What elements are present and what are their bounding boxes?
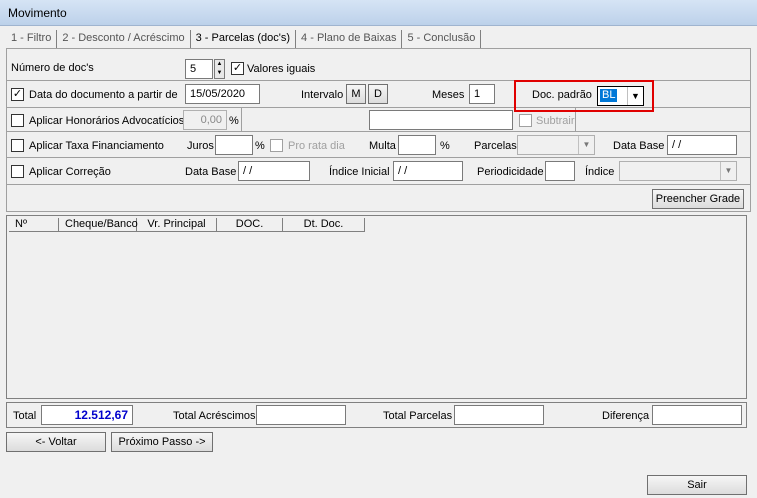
multa-label: Multa — [369, 140, 396, 152]
options-panel: Número de doc's 5 ▲ ▼ ✓ Valores iguais ✓ … — [6, 48, 751, 212]
taxa-label: Aplicar Taxa Financiamento — [29, 140, 164, 152]
col-dt-doc[interactable]: Dt. Doc. — [283, 218, 365, 232]
voltar-button[interactable]: <- Voltar — [6, 432, 106, 452]
num-docs-spinner[interactable]: ▲ ▼ — [214, 59, 225, 79]
tab-parcelas[interactable]: 3 - Parcelas (doc's) — [190, 30, 297, 48]
pro-rata-checkbox[interactable] — [270, 139, 283, 152]
col-vr-principal[interactable]: Vr. Principal — [137, 218, 217, 232]
row-correcao: Aplicar Correção Data Base / / Índice In… — [7, 158, 750, 185]
row-taxa: Aplicar Taxa Financiamento Juros % Pro r… — [7, 132, 750, 158]
indice-inicial-label: Índice Inicial — [329, 166, 390, 178]
juros-input[interactable] — [215, 135, 253, 155]
parcelas-label: Parcelas — [474, 140, 517, 152]
diferenca-value — [652, 405, 742, 425]
honorarios-label: Aplicar Honorários Advocatícios — [29, 115, 185, 127]
sair-button[interactable]: Sair — [647, 475, 747, 495]
total-acrescimos-label: Total Acréscimos — [173, 410, 256, 422]
taxa-checkbox[interactable] — [11, 139, 24, 152]
honorarios-checkbox[interactable] — [11, 114, 24, 127]
indice-label: Índice — [585, 166, 615, 178]
periodicidade-label: Periodicidade — [477, 166, 544, 178]
correcao-data-base-input[interactable]: / / — [238, 161, 310, 181]
correcao-label: Aplicar Correção — [29, 166, 111, 178]
multa-input[interactable] — [398, 135, 436, 155]
meses-label: Meses — [432, 89, 465, 101]
meses-input[interactable]: 1 — [469, 84, 495, 104]
honorarios-desc-input[interactable] — [369, 110, 513, 130]
total-value: 12.512,67 — [41, 405, 133, 425]
correcao-checkbox[interactable] — [11, 165, 24, 178]
divider — [241, 108, 242, 132]
num-docs-input[interactable]: 5 — [185, 59, 213, 79]
multa-percent: % — [440, 140, 450, 152]
num-docs-label: Número de doc's — [11, 62, 94, 74]
interval-day-button[interactable]: D — [368, 84, 388, 104]
total-parcelas-value — [454, 405, 544, 425]
parcelas-select[interactable]: ▼ — [517, 135, 595, 155]
interval-month-button[interactable]: M — [346, 84, 366, 104]
tab-plano-baixas[interactable]: 4 - Plano de Baixas — [296, 30, 403, 48]
chevron-down-icon[interactable]: ▼ — [578, 136, 594, 154]
subtrair-label: Subtrair — [536, 115, 575, 127]
data-doc-input[interactable]: 15/05/2020 — [185, 84, 260, 104]
data-doc-checkbox[interactable]: ✓ — [11, 88, 24, 101]
diferenca-label: Diferença — [602, 410, 650, 422]
indice-select[interactable]: ▼ — [619, 161, 737, 181]
col-numero[interactable]: Nº — [9, 218, 59, 232]
row-num-docs: Número de doc's 5 ▲ ▼ ✓ Valores iguais — [7, 49, 750, 81]
pro-rata-label: Pro rata dia — [288, 140, 345, 152]
total-acrescimos-value — [256, 405, 346, 425]
juros-label: Juros — [187, 140, 214, 152]
tab-conclusao[interactable]: 5 - Conclusão — [402, 30, 482, 48]
tab-strip: 1 - Filtro 2 - Desconto / Acréscimo 3 - … — [6, 30, 482, 48]
honorarios-input[interactable]: 0,00 — [183, 110, 227, 130]
intervalo-label: Intervalo — [301, 89, 344, 101]
tab-desconto-acrescimo[interactable]: 2 - Desconto / Acréscimo — [57, 30, 191, 48]
totals-bar: Total 12.512,67 Total Acréscimos Total P… — [6, 402, 747, 428]
chevron-down-icon[interactable]: ▼ — [720, 162, 736, 180]
honorarios-percent: % — [229, 115, 239, 127]
total-label: Total — [13, 410, 37, 422]
highlight-box — [514, 80, 654, 112]
title-bar: Movimento — [0, 0, 757, 26]
correcao-data-base-label: Data Base — [185, 166, 237, 178]
subtrair-checkbox[interactable] — [519, 114, 532, 127]
indice-inicial-input[interactable]: / / — [393, 161, 463, 181]
data-doc-label: Data do documento a partir de — [29, 89, 178, 101]
periodicidade-input[interactable] — [545, 161, 575, 181]
preencher-grade-button[interactable]: Preencher Grade — [652, 189, 744, 209]
valores-iguais-checkbox[interactable]: ✓ — [231, 62, 244, 75]
juros-percent: % — [255, 140, 265, 152]
proximo-passo-button[interactable]: Próximo Passo -> — [111, 432, 213, 452]
window-title: Movimento — [8, 6, 67, 20]
grid-header: Nº Cheque/Banco Vr. Principal DOC. Dt. D… — [9, 218, 365, 232]
taxa-data-base-input[interactable]: / / — [667, 135, 737, 155]
parcelas-grid[interactable]: Nº Cheque/Banco Vr. Principal DOC. Dt. D… — [6, 215, 747, 399]
valores-iguais-label: Valores iguais — [247, 63, 316, 75]
taxa-data-base-label: Data Base — [613, 140, 665, 152]
tab-filtro[interactable]: 1 - Filtro — [6, 30, 58, 48]
col-doc[interactable]: DOC. — [217, 218, 283, 232]
col-cheque-banco[interactable]: Cheque/Banco — [59, 218, 138, 232]
total-parcelas-label: Total Parcelas — [383, 410, 453, 422]
